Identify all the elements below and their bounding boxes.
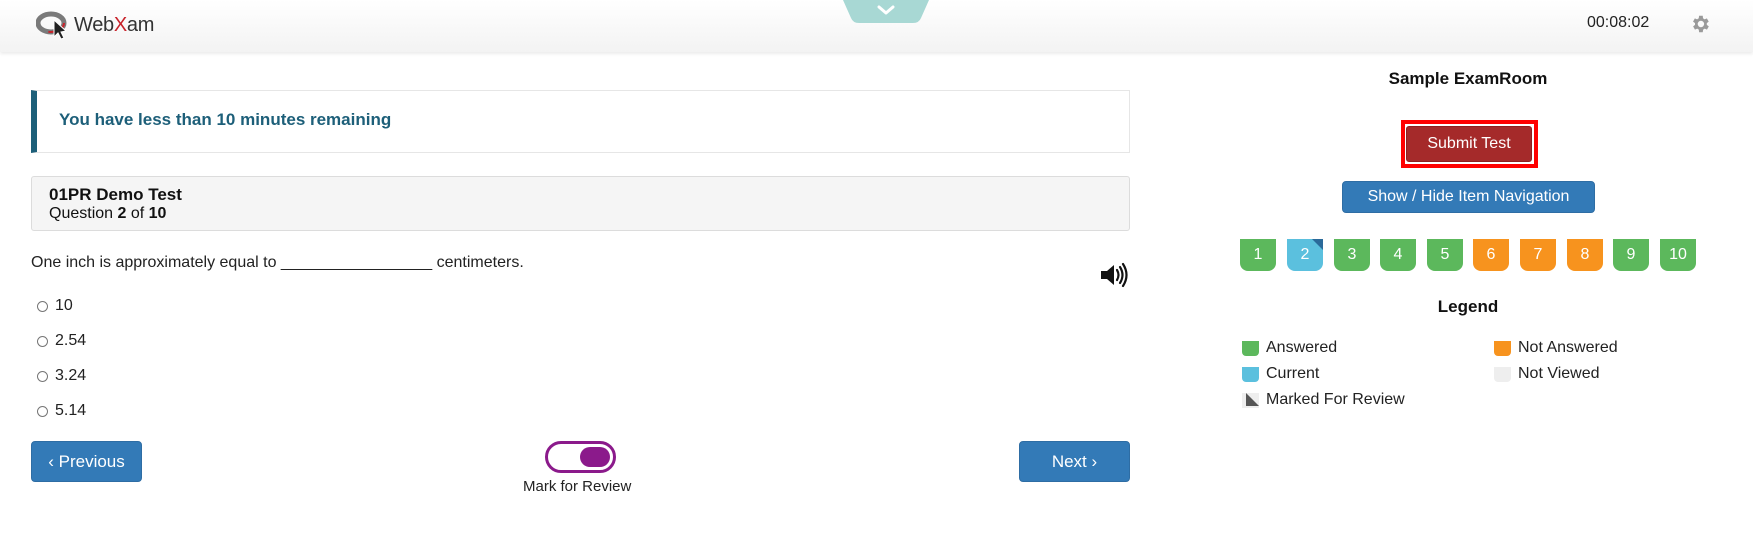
submit-test-button[interactable]: Submit Test — [1406, 126, 1532, 162]
legend-not-answered: Not Answered — [1494, 339, 1618, 357]
answer-option[interactable]: 3.24 — [37, 367, 86, 385]
not-viewed-swatch — [1494, 366, 1511, 382]
nav-item-4[interactable]: 4 — [1380, 239, 1416, 271]
webxam-logo: WebXam — [36, 10, 154, 40]
answer-option[interactable]: 10 — [37, 297, 73, 315]
legend-answered: Answered — [1242, 339, 1337, 357]
time-warning-alert: You have less than 10 minutes remaining — [31, 90, 1130, 153]
nav-item-1[interactable]: 1 — [1240, 239, 1276, 271]
toggle-knob — [580, 447, 610, 467]
current-swatch — [1242, 366, 1259, 382]
radio-button[interactable] — [37, 300, 48, 312]
question-header: 01PR Demo Test Question 2 of 10 — [31, 176, 1130, 231]
nav-item-5[interactable]: 5 — [1427, 239, 1463, 271]
radio-button[interactable] — [37, 405, 48, 417]
exam-timer: 00:08:02 — [1587, 14, 1650, 31]
collapse-header-tab[interactable] — [843, 0, 929, 23]
gear-icon[interactable] — [1689, 13, 1711, 35]
exam-room-name: Sample ExamRoom — [1388, 69, 1548, 88]
answer-option-label: 2.54 — [55, 332, 87, 349]
answer-option[interactable]: 2.54 — [37, 332, 86, 350]
marked-for-review-swatch — [1242, 392, 1259, 408]
answer-option-label: 5.14 — [55, 402, 87, 419]
answered-swatch — [1242, 340, 1259, 356]
nav-item-8[interactable]: 8 — [1567, 239, 1603, 271]
answer-option-label: 3.24 — [55, 367, 87, 384]
previous-button[interactable]: ‹ Previous — [31, 441, 142, 482]
speaker-icon[interactable] — [1098, 261, 1130, 289]
chevron-down-icon — [843, 0, 929, 23]
nav-item-7[interactable]: 7 — [1520, 239, 1556, 271]
mark-for-review-label: Mark for Review — [523, 478, 632, 495]
toggle-item-navigation-button[interactable]: Show / Hide Item Navigation — [1342, 181, 1595, 213]
radio-button[interactable] — [37, 335, 48, 347]
test-name: 01PR Demo Test — [49, 185, 182, 204]
top-bar: WebXam 00:08:02 — [0, 0, 1753, 52]
nav-item-3[interactable]: 3 — [1334, 239, 1370, 271]
logo-text: WebXam — [74, 13, 155, 36]
nav-item-2[interactable]: 2 — [1287, 239, 1323, 271]
answer-option-label: 10 — [55, 297, 73, 314]
legend-not-viewed: Not Viewed — [1494, 365, 1600, 383]
marked-for-review-fold — [1312, 239, 1323, 250]
answer-option[interactable]: 5.14 — [37, 402, 86, 420]
not-answered-swatch — [1494, 340, 1511, 356]
legend-title: Legend — [1437, 297, 1499, 316]
time-warning-text: You have less than 10 minutes remaining — [59, 110, 392, 129]
question-text: One inch is approximately equal to _____… — [31, 254, 524, 271]
legend-marked-for-review: Marked For Review — [1242, 391, 1405, 409]
radio-button[interactable] — [37, 370, 48, 382]
nav-item-6[interactable]: 6 — [1473, 239, 1509, 271]
mark-for-review-toggle[interactable] — [545, 441, 616, 473]
legend-current: Current — [1242, 365, 1319, 383]
logo-mouse-icon — [36, 11, 68, 40]
question-counter: Question 2 of 10 — [49, 205, 167, 222]
nav-item-10[interactable]: 10 — [1660, 239, 1696, 271]
next-button[interactable]: Next › — [1019, 441, 1130, 482]
nav-item-9[interactable]: 9 — [1613, 239, 1649, 271]
